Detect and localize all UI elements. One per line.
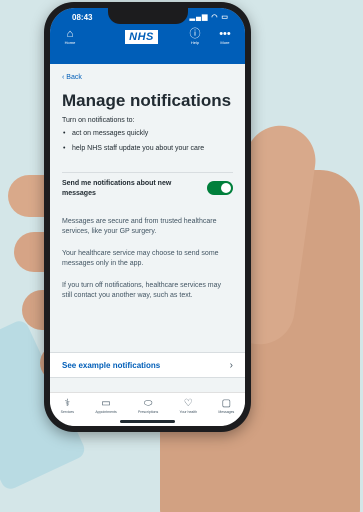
home-indicator[interactable] [120, 420, 175, 423]
toggle-knob [221, 183, 231, 193]
tab-label: Services [60, 410, 75, 414]
tab-label: Prescriptions [137, 410, 159, 414]
help-label: Help [190, 40, 200, 45]
tab-label: Messages [218, 410, 235, 414]
app-header: 08:43 ▂▄▆ ◠ ▭ ⌂ Home NHS ⓘ Help ••• More [50, 8, 245, 64]
stethoscope-icon: ⚕ [64, 398, 71, 409]
intro-text: Turn on notifications to: [62, 117, 135, 124]
example-notifications-link[interactable]: See example notifications › [50, 352, 245, 378]
header-nav: ⌂ Home NHS ⓘ Help ••• More [50, 26, 245, 46]
more-icon: ••• [219, 28, 231, 40]
tab-your-health[interactable]: ♡ Your health [179, 398, 197, 415]
main-content: ‹ Back Manage notifications Turn on noti… [50, 64, 245, 301]
page-title: Manage notifications [62, 91, 232, 110]
back-link[interactable]: ‹ Back [62, 74, 233, 81]
notification-toggle-row: Send me notifications about new messages [62, 172, 233, 199]
more-label: More [220, 40, 230, 45]
status-icons: ▂▄▆ ◠ ▭ [189, 14, 229, 21]
tab-prescriptions[interactable]: ⬭ Prescriptions [138, 398, 158, 415]
home-label: Home [64, 40, 76, 45]
notifications-toggle[interactable] [207, 181, 233, 195]
phone-device: 08:43 ▂▄▆ ◠ ▭ ⌂ Home NHS ⓘ Help ••• More [44, 2, 251, 432]
benefits-list: act on messages quickly help NHS staff u… [62, 129, 233, 154]
list-item: help NHS staff update you about your car… [62, 144, 233, 154]
toggle-label: Send me notifications about new messages [62, 180, 172, 197]
info-paragraph: If you turn off notifications, healthcar… [62, 282, 222, 299]
status-time: 08:43 [72, 12, 93, 22]
tab-label: Appointments [95, 410, 117, 414]
info-paragraph: Messages are secure and from trusted hea… [62, 218, 217, 235]
home-button[interactable]: ⌂ Home [58, 28, 82, 46]
pill-icon: ⬭ [143, 398, 153, 409]
help-icon: ⓘ [189, 28, 201, 40]
calendar-icon: ▭ [101, 398, 111, 409]
chevron-right-icon: › [229, 359, 233, 371]
phone-screen: 08:43 ▂▄▆ ◠ ▭ ⌂ Home NHS ⓘ Help ••• More [50, 8, 245, 426]
message-icon: ▢ [221, 398, 232, 409]
example-link-label: See example notifications [62, 360, 161, 370]
phone-notch [108, 8, 188, 24]
nhs-logo: NHS [125, 30, 158, 44]
home-icon: ⌂ [66, 28, 74, 40]
tab-messages[interactable]: ▢ Messages [218, 398, 234, 415]
tab-appointments[interactable]: ▭ Appointments [95, 398, 116, 415]
header-right-nav: ⓘ Help ••• More [183, 28, 237, 46]
help-button[interactable]: ⓘ Help [183, 28, 207, 46]
heart-icon: ♡ [183, 398, 193, 409]
info-paragraph: Your healthcare service may choose to se… [62, 250, 219, 267]
tab-services[interactable]: ⚕ Services [61, 398, 74, 415]
tab-label: Your health [179, 410, 198, 414]
more-button[interactable]: ••• More [213, 28, 237, 46]
back-label: Back [66, 74, 82, 81]
list-item: act on messages quickly [62, 129, 233, 139]
